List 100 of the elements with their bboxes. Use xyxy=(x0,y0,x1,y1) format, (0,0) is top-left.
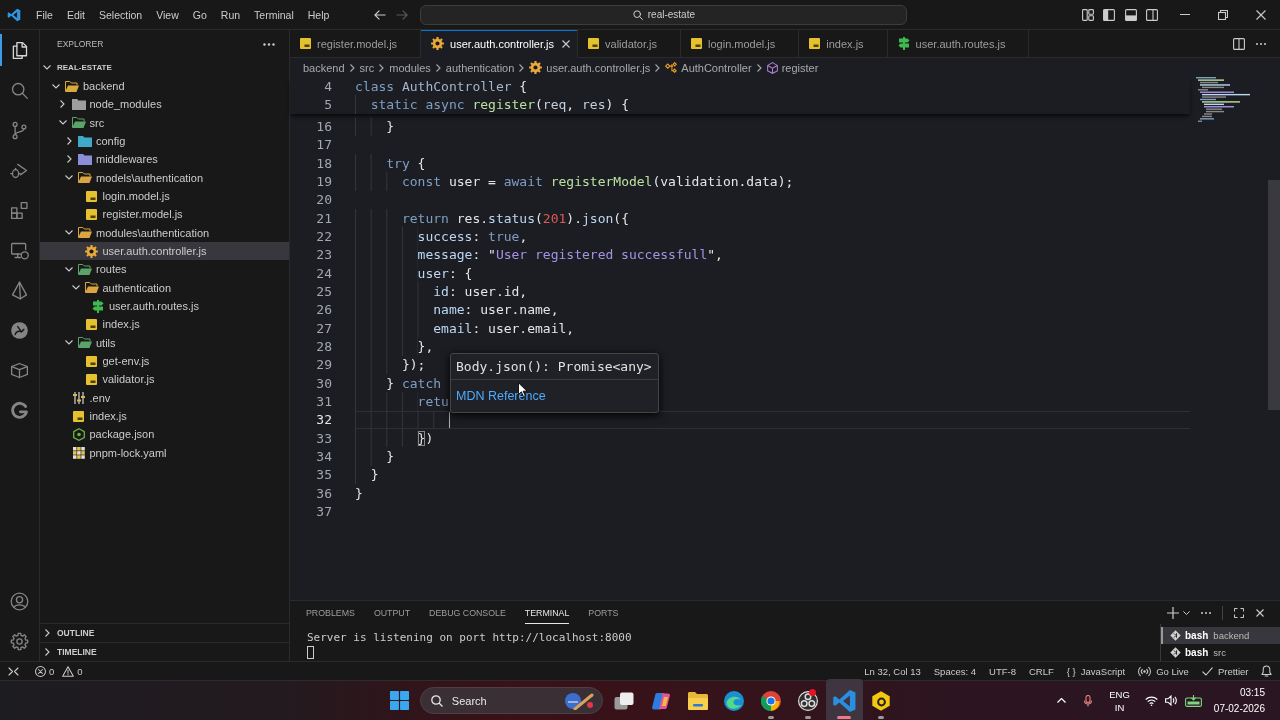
settings-icon[interactable] xyxy=(9,630,30,652)
tree-item[interactable]: login.model.js xyxy=(40,186,289,206)
panel-tab[interactable]: PROBLEMS xyxy=(306,601,355,624)
breadcrumb-item[interactable]: src xyxy=(359,61,375,74)
command-center[interactable]: real-estate xyxy=(420,4,908,25)
tree-item[interactable]: node_modules xyxy=(40,95,289,114)
tree-item[interactable]: utils xyxy=(40,333,289,352)
close-icon[interactable] xyxy=(1256,9,1266,20)
microphone-icon[interactable] xyxy=(1084,694,1093,707)
status-item[interactable]: Go Live xyxy=(1131,665,1196,677)
tree-item[interactable]: config xyxy=(40,132,289,151)
more-icon[interactable] xyxy=(1201,611,1211,614)
status-item[interactable]: { } JavaScript xyxy=(1060,665,1132,677)
language-code[interactable]: ENG xyxy=(1109,687,1130,701)
toggle-sidebar-icon[interactable] xyxy=(1103,8,1115,21)
tree-item[interactable]: models\authentication xyxy=(40,168,289,187)
plus-icon[interactable] xyxy=(1167,606,1179,619)
language-code[interactable]: IN xyxy=(1114,700,1125,714)
restore-icon[interactable] xyxy=(1218,9,1228,20)
start-icon[interactable] xyxy=(389,691,409,710)
menu-item[interactable]: Edit xyxy=(59,4,92,25)
tree-item[interactable]: modules\authentication xyxy=(40,223,289,242)
download-box-icon[interactable] xyxy=(1184,694,1202,707)
chevron-up-icon[interactable] xyxy=(1057,698,1067,703)
disc-icon[interactable] xyxy=(9,319,30,341)
editor-tab[interactable]: user.auth.controller.js xyxy=(421,30,579,58)
search-field[interactable]: Search xyxy=(419,687,603,714)
close-icon[interactable] xyxy=(1256,608,1264,617)
slanted-bars-icon[interactable] xyxy=(650,690,671,711)
workspace-root[interactable]: REAL-ESTATE xyxy=(40,58,289,77)
toggle-panel-icon[interactable] xyxy=(1124,8,1137,21)
panel-tab[interactable]: DEBUG CONSOLE xyxy=(429,601,506,624)
editor-tab[interactable]: register.model.js xyxy=(290,30,422,58)
bell-icon[interactable] xyxy=(1261,665,1272,677)
toggle-secondary-sidebar-icon[interactable] xyxy=(1146,8,1158,21)
panel-tab[interactable]: PORTS xyxy=(588,601,619,624)
menu-item[interactable]: Run xyxy=(213,4,248,25)
tree-item[interactable]: index.js xyxy=(40,406,289,426)
arrow-left-icon[interactable] xyxy=(374,8,387,21)
editor-tab[interactable]: index.js xyxy=(799,30,888,58)
menu-item[interactable]: Help xyxy=(300,4,337,25)
tree-item[interactable]: authentication xyxy=(40,278,289,297)
chevron-down-icon[interactable] xyxy=(1183,610,1190,615)
task-view-icon[interactable] xyxy=(614,691,635,710)
clock-date[interactable]: 07-02-2026 xyxy=(1213,700,1265,717)
breadcrumb-item[interactable]: authentication xyxy=(445,61,515,74)
tree-item[interactable]: pnpm-lock.yaml xyxy=(40,443,289,462)
tree-item[interactable]: middlewares xyxy=(40,150,289,169)
tree-item[interactable]: user.auth.controller.js xyxy=(40,241,289,261)
extensions-icon[interactable] xyxy=(9,199,30,221)
tree-item[interactable]: index.js xyxy=(40,315,289,334)
status-item[interactable]: Prettier xyxy=(1195,665,1255,677)
tree-item[interactable]: backend xyxy=(40,77,289,96)
tree-item[interactable]: register.model.js xyxy=(40,205,289,224)
close-icon[interactable] xyxy=(562,39,571,48)
menu-item[interactable]: File xyxy=(29,4,60,25)
status-item[interactable]: UTF-8 xyxy=(982,665,1023,677)
g-logo-icon[interactable] xyxy=(9,399,30,421)
tree-item[interactable]: package.json xyxy=(40,425,289,444)
section-header[interactable]: OUTLINE xyxy=(40,623,289,642)
problems-indicator[interactable]: 0 0 xyxy=(35,665,83,677)
more-icon[interactable] xyxy=(263,42,275,46)
triangle-icon[interactable] xyxy=(9,279,30,301)
editor-tab[interactable]: validator.js xyxy=(578,30,682,58)
scrollbar-thumb[interactable] xyxy=(1268,180,1280,410)
reference-link[interactable]: MDN Reference xyxy=(456,389,546,403)
wifi-icon[interactable] xyxy=(1144,695,1158,706)
tree-item[interactable]: get-env.js xyxy=(40,351,289,371)
status-item[interactable]: CRLF xyxy=(1022,665,1061,677)
breadcrumb-item[interactable]: register xyxy=(766,61,819,74)
speaker-icon[interactable] xyxy=(1164,695,1178,706)
tree-item[interactable]: user.auth.routes.js xyxy=(40,296,289,316)
panel-tab[interactable]: OUTPUT xyxy=(373,601,411,624)
wave-circle-icon[interactable] xyxy=(724,690,745,711)
menu-item[interactable]: Go xyxy=(185,4,214,25)
remote-icon[interactable] xyxy=(8,665,19,677)
tree-item[interactable]: .env xyxy=(40,388,289,407)
menu-item[interactable]: Selection xyxy=(92,4,150,25)
breadcrumb-item[interactable]: AuthController xyxy=(665,61,752,74)
segmented-circle-icon[interactable] xyxy=(760,690,781,711)
clock-time[interactable]: 03:15 xyxy=(1239,684,1265,701)
breadcrumb-item[interactable]: backend xyxy=(303,61,345,74)
maximize-icon[interactable] xyxy=(1234,607,1244,618)
terminal-item[interactable]: bash src xyxy=(1161,644,1280,661)
menu-item[interactable]: Terminal xyxy=(247,4,301,25)
breadcrumb-item[interactable]: user.auth.controller.js xyxy=(529,61,651,74)
ribbon-icon[interactable] xyxy=(825,678,863,720)
tree-item[interactable]: validator.js xyxy=(40,370,289,389)
menu-item[interactable]: View xyxy=(149,4,186,25)
tree-item[interactable]: routes xyxy=(40,260,289,279)
more-icon[interactable] xyxy=(1256,42,1266,45)
account-icon[interactable] xyxy=(9,590,30,612)
tree-item[interactable]: src xyxy=(40,113,289,132)
status-item[interactable]: Spaces: 4 xyxy=(927,665,983,677)
terminal-item[interactable]: bash backend xyxy=(1161,627,1280,644)
status-item[interactable]: Ln 32, Col 13 xyxy=(857,665,928,677)
panel-tab[interactable]: TERMINAL xyxy=(524,601,570,624)
breadcrumb-item[interactable]: modules xyxy=(389,61,431,74)
editor-tab[interactable]: login.model.js xyxy=(681,30,800,58)
hexagon-icon[interactable] xyxy=(871,690,891,711)
